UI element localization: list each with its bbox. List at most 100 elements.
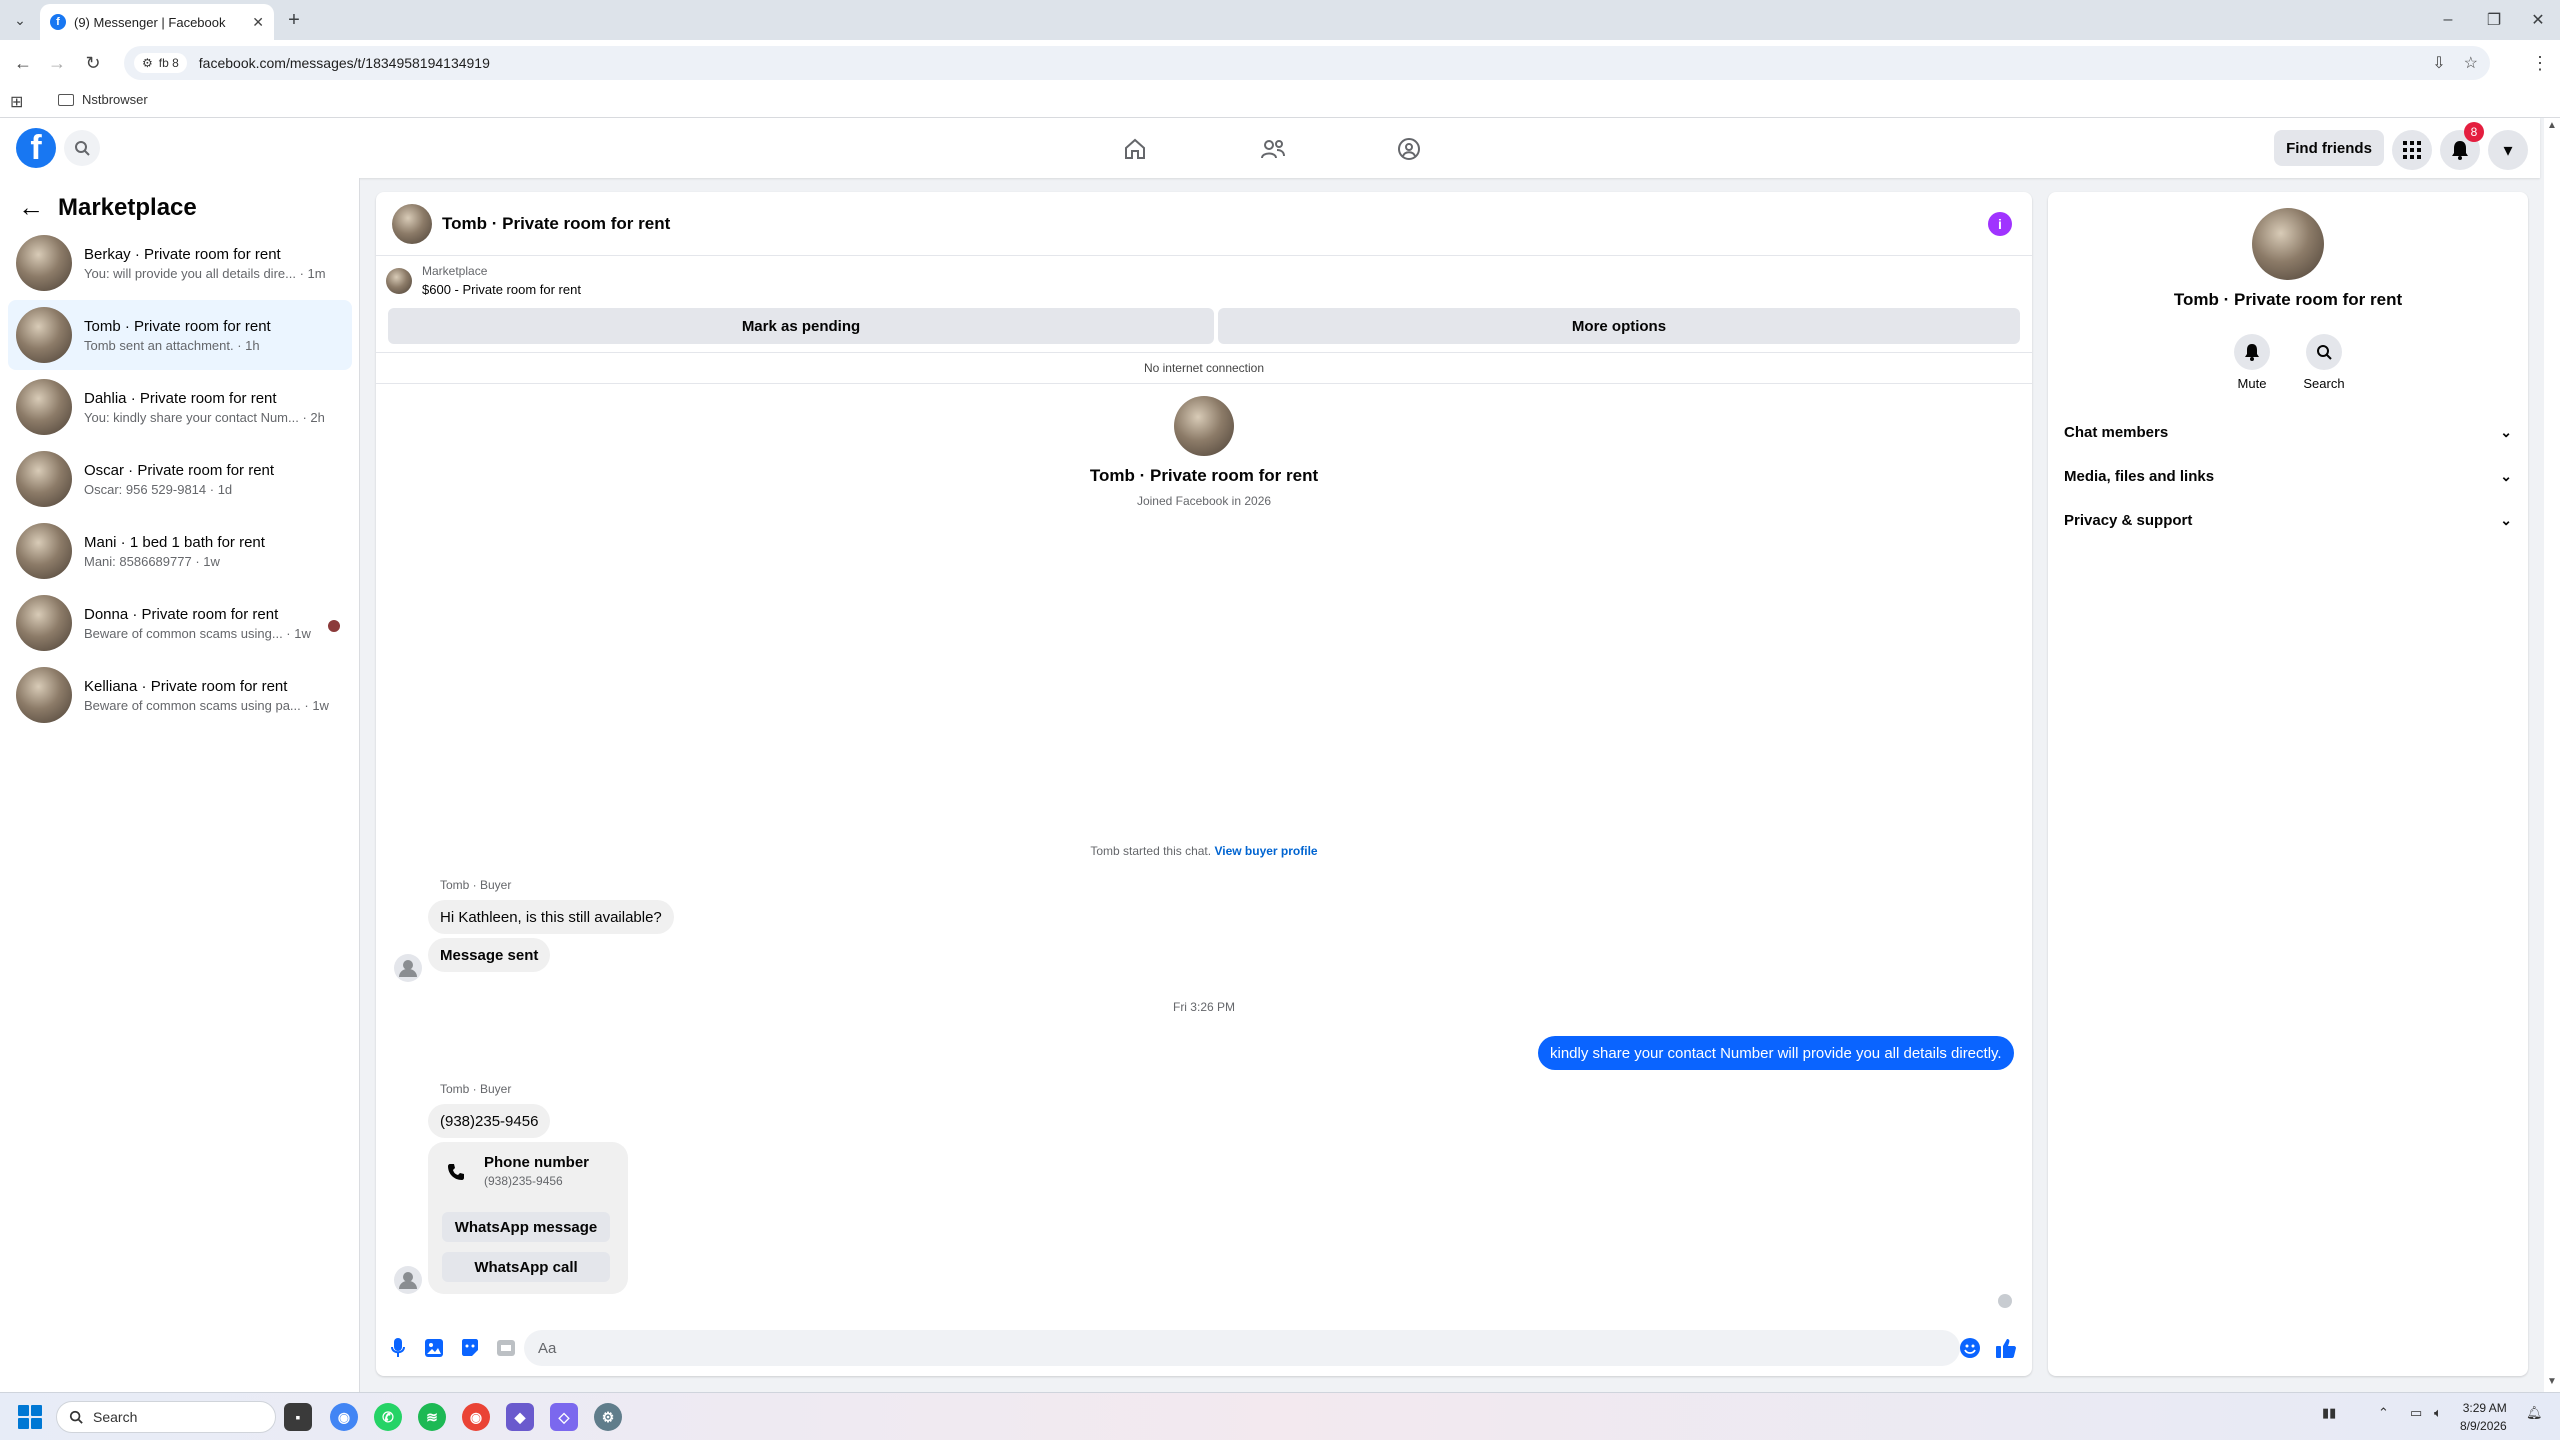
avatar[interactable] [2252, 208, 2324, 280]
conversation-item[interactable]: Oscar · Private room for rent Oscar: 956… [8, 444, 352, 514]
tab-list-chevron-icon[interactable]: ⌄ [8, 8, 32, 32]
conversation-name: Berkay · Private room for rent [84, 245, 281, 263]
browser-menu-icon[interactable]: ⋮ [2528, 50, 2552, 76]
scroll-up-arrow-icon[interactable]: ▲ [2547, 120, 2557, 131]
mute-button[interactable]: Mute [2222, 334, 2282, 391]
conversation-sidebar: ← Marketplace Berkay · Private room for … [0, 178, 360, 1392]
phone-card-number: (938)235-9456 [484, 1174, 563, 1188]
new-tab-icon[interactable]: + [282, 8, 306, 32]
chat-started-notice: Tomb started this chat. View buyer profi… [1090, 844, 1318, 858]
message-timestamp: Fri 3:26 PM [1172, 1000, 1235, 1014]
view-buyer-profile-link[interactable]: View buyer profile [1214, 844, 1317, 858]
search-icon [69, 1410, 83, 1424]
apps-grid-icon[interactable]: ⊞ [10, 92, 23, 112]
tray-chevron-up-icon[interactable]: ⌃ [2378, 1405, 2389, 1421]
nstbrowser-icon[interactable]: ◇ [550, 1403, 578, 1431]
emoji-icon[interactable] [1958, 1336, 1982, 1360]
chrome-icon[interactable]: ◉ [330, 1403, 358, 1431]
mark-as-pending-button[interactable]: Mark as pending [388, 308, 1214, 344]
sender-avatar[interactable] [394, 954, 422, 982]
avatar [16, 451, 72, 507]
seen-avatar-indicator [326, 618, 342, 634]
bell-icon [2234, 334, 2270, 370]
find-friends-button[interactable]: Find friends [2274, 130, 2384, 166]
message-input[interactable] [524, 1330, 1960, 1366]
photo-icon[interactable] [422, 1336, 446, 1360]
windows-start-icon[interactable] [18, 1405, 42, 1429]
network-icon[interactable]: ▭ [2410, 1405, 2422, 1421]
avatar[interactable] [392, 203, 432, 244]
groups-icon[interactable] [1392, 132, 1426, 166]
menu-grid-icon[interactable] [2392, 130, 2432, 170]
whatsapp-call-button[interactable]: WhatsApp call [442, 1252, 610, 1282]
microphone-icon[interactable] [386, 1336, 410, 1360]
back-arrow-icon[interactable]: ← [18, 192, 44, 223]
back-arrow-icon[interactable]: ← [10, 50, 36, 76]
restore-icon[interactable]: ❐ [2482, 8, 2506, 32]
more-options-button[interactable]: More options [1218, 308, 2020, 344]
sender-avatar[interactable] [394, 1266, 422, 1294]
task-view-icon[interactable]: ▪ [284, 1403, 312, 1431]
chevron-down-icon: ⌄ [2500, 423, 2512, 440]
media-files-links-section[interactable]: Media, files and links ⌄ [2064, 458, 2512, 494]
gif-icon[interactable] [494, 1336, 518, 1360]
conversation-item[interactable]: Kelliana · Private room for rent Beware … [8, 660, 352, 730]
search-icon[interactable] [64, 130, 100, 166]
forward-arrow-icon[interactable]: → [44, 50, 70, 76]
settings-gear-icon[interactable]: ⚙ [594, 1403, 622, 1431]
page-scrollbar[interactable]: ▲ ▼ [2544, 118, 2560, 1392]
privacy-support-section[interactable]: Privacy & support ⌄ [2064, 502, 2512, 538]
taskbar-clock[interactable]: 3:29 AM 8/9/2026 [2460, 1399, 2507, 1435]
avatar[interactable] [1174, 396, 1234, 456]
conversation-item[interactable]: Mani · 1 bed 1 bath for rent Mani: 85866… [8, 516, 352, 586]
install-app-icon[interactable]: ⇩ [2432, 53, 2445, 73]
my-message-bubble[interactable]: kindly share your contact Number will pr… [1538, 1036, 2014, 1070]
widget-icon[interactable]: ▮▮ [2322, 1405, 2336, 1421]
conversation-name: Donna · Private room for rent [84, 605, 279, 623]
chrome-profile-icon[interactable]: ◉ [462, 1403, 490, 1431]
bookmark-folder-nstbrowser[interactable]: Nstbrowser [58, 92, 148, 107]
spotify-icon[interactable]: ≋ [418, 1403, 446, 1431]
facebook-favicon-icon: f [50, 14, 66, 30]
conversation-item-active[interactable]: Tomb · Private room for rent Tomb sent a… [8, 300, 352, 370]
taskbar-search[interactable]: Search [56, 1401, 276, 1433]
bookmark-star-icon[interactable]: ☆ [2464, 53, 2478, 73]
chat-title[interactable]: Tomb · Private room for rent [442, 214, 670, 234]
url-text: facebook.com/messages/t/1834958194134919 [198, 55, 490, 71]
app-icon[interactable]: ◆ [506, 1403, 534, 1431]
minimize-icon[interactable]: – [2436, 8, 2460, 32]
site-info-chip[interactable]: ⚙ fb 8 [134, 53, 187, 73]
conversation-preview: Tomb sent an attachment. · 1h [84, 337, 260, 353]
info-icon[interactable]: i [1988, 212, 2012, 236]
chat-profile-summary: Tomb · Private room for rent Joined Face… [376, 396, 2032, 508]
whatsapp-message-button[interactable]: WhatsApp message [442, 1212, 610, 1242]
marketplace-listing[interactable]: Marketplace $600 - Private room for rent [386, 264, 581, 297]
reload-icon[interactable]: ↻ [80, 50, 106, 76]
close-window-icon[interactable]: ✕ [2526, 8, 2550, 32]
account-chevron-down-icon[interactable]: ▾ [2488, 130, 2528, 170]
sticker-icon[interactable] [458, 1336, 482, 1360]
scroll-down-arrow-icon[interactable]: ▼ [2547, 1376, 2557, 1387]
chat-members-section[interactable]: Chat members ⌄ [2064, 414, 2512, 450]
search-label: Search [2303, 376, 2345, 391]
message-bubble[interactable]: Hi Kathleen, is this still available? [428, 900, 674, 934]
conversation-item[interactable]: Donna · Private room for rent Beware of … [8, 588, 352, 658]
notification-bell-icon[interactable]: 🔔︎ [2526, 1405, 2543, 1421]
home-icon[interactable] [1118, 132, 1152, 166]
sender-label: Tomb · Buyer [440, 878, 512, 892]
browser-tab-messenger[interactable]: f (9) Messenger | Facebook ✕ [40, 4, 274, 40]
whatsapp-icon[interactable]: ✆ [374, 1403, 402, 1431]
friends-icon[interactable] [1256, 132, 1290, 166]
facebook-logo-icon[interactable]: f [16, 128, 56, 168]
thumbs-up-icon[interactable] [1994, 1336, 2018, 1360]
conversation-item[interactable]: Berkay · Private room for rent You: will… [8, 228, 352, 298]
close-tab-icon[interactable]: ✕ [252, 14, 264, 31]
conversation-name: Oscar · Private room for rent [84, 461, 275, 479]
message-bubble[interactable]: (938)235-9456 [428, 1104, 551, 1138]
conversation-info-panel: Tomb · Private room for rent Mute Search… [2048, 192, 2528, 1376]
search-in-conversation-button[interactable]: Search [2294, 334, 2354, 391]
address-bar[interactable]: ⚙ fb 8 facebook.com/messages/t/183495819… [124, 46, 2490, 80]
conversation-item[interactable]: Dahlia · Private room for rent You: kind… [8, 372, 352, 442]
volume-icon[interactable]: 🔈︎ [2434, 1405, 2442, 1421]
message-bubble[interactable]: Message sent [428, 938, 551, 972]
